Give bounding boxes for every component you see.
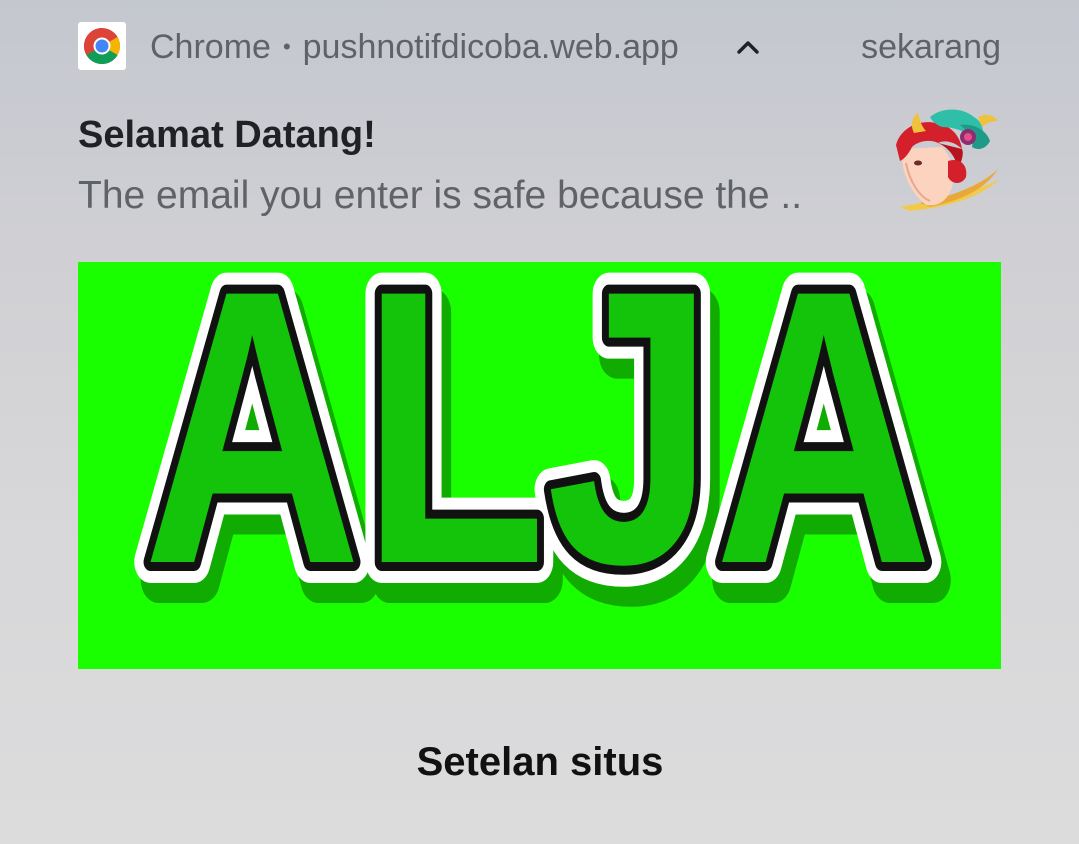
notification-big-picture: ALJA ALJA ALJA ALJA [78, 262, 1001, 669]
header-separator: • [282, 34, 291, 59]
site-origin: pushnotifdicoba.web.app [302, 28, 679, 66]
app-name: Chrome [150, 28, 271, 66]
chevron-up-icon[interactable] [735, 36, 761, 56]
game-character-avatar-icon [890, 103, 1002, 215]
notification-body: The email you enter is safe because the … [78, 174, 803, 217]
chrome-icon [78, 22, 126, 70]
notification-timestamp: sekarang [861, 28, 1001, 66]
notification-header: Chrome • pushnotifdicoba.web.app sekarang [78, 22, 1001, 72]
notification-title: Selamat Datang! [78, 114, 376, 156]
site-settings-button[interactable]: Setelan situs [340, 732, 740, 792]
alja-logo-image: ALJA ALJA ALJA ALJA [78, 262, 1001, 669]
notification-source: Chrome • pushnotifdicoba.web.app [150, 26, 679, 72]
alja-logo-text: ALJA [143, 262, 933, 645]
